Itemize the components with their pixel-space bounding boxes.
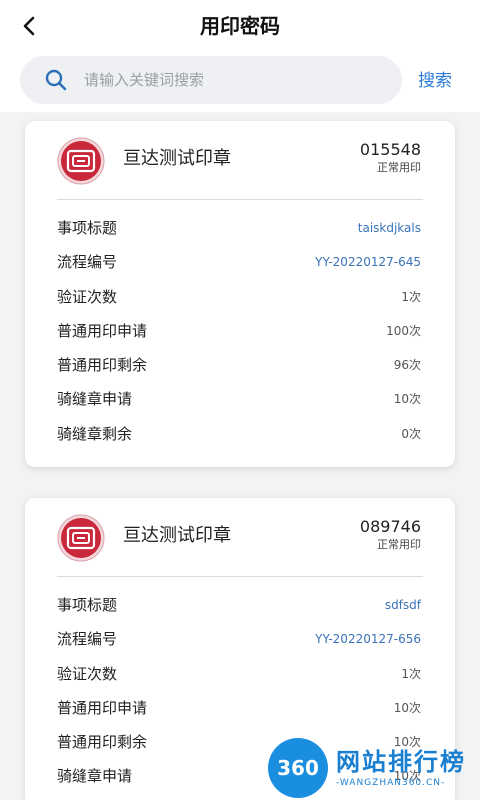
watermark-sub: -WANGZHAN360.CN-	[336, 778, 446, 788]
site-watermark: 360 网站排行榜 -WANGZHAN360.CN-	[268, 736, 480, 800]
detail-value: 10次	[393, 392, 421, 407]
divider	[57, 576, 423, 577]
detail-label: 骑缝章剩余	[57, 424, 133, 443]
detail-row: 骑缝章剩余 0次	[25, 417, 455, 451]
detail-label: 骑缝章申请	[57, 390, 133, 409]
detail-label: 普通用印剩余	[57, 356, 148, 375]
detail-row: 骑缝章申请 10次	[25, 382, 455, 416]
detail-label: 普通用印申请	[57, 321, 148, 340]
seal-code: 089746	[359, 517, 421, 536]
search-bar[interactable]	[20, 56, 402, 104]
page-title: 用印密码	[200, 14, 280, 38]
detail-row: 流程编号 YY-20220127-656	[25, 622, 455, 656]
seal-card-header: 亘达测试印章 015548 正常用印	[25, 121, 455, 200]
detail-row: 普通用印申请 100次	[25, 314, 455, 348]
detail-value: 10次	[393, 700, 421, 715]
detail-label: 流程编号	[57, 253, 118, 272]
detail-label: 普通用印剩余	[57, 733, 148, 752]
detail-label: 事项标题	[57, 219, 118, 237]
search-input[interactable]	[82, 70, 386, 90]
detail-value: 1次	[401, 289, 421, 304]
seal-details: 事项标题 taiskdjkals 流程编号 YY-20220127-645 验证…	[25, 211, 455, 451]
detail-value: YY-20220127-645	[315, 255, 421, 270]
search-icon	[45, 69, 67, 91]
detail-row: 事项标题 sdfsdf	[25, 588, 455, 622]
seal-card-header: 亘达测试印章 089746 正常用印	[25, 498, 455, 577]
detail-value: 100次	[386, 323, 421, 338]
detail-value: YY-20220127-656	[315, 632, 421, 647]
watermark-badge: 360	[268, 738, 328, 798]
detail-label: 事项标题	[57, 596, 118, 614]
detail-label: 普通用印申请	[57, 698, 148, 717]
seal-logo-icon	[57, 137, 105, 185]
detail-row: 验证次数 1次	[25, 657, 455, 691]
detail-label: 骑缝章申请	[57, 767, 133, 786]
detail-row: 验证次数 1次	[25, 280, 455, 314]
detail-value: 96次	[393, 358, 421, 373]
detail-value: taiskdjkals	[357, 221, 421, 235]
seal-type: 正常用印	[377, 161, 421, 174]
top-bar: 用印密码	[0, 0, 480, 112]
detail-value: 0次	[401, 426, 421, 441]
detail-row: 普通用印剩余 96次	[25, 348, 455, 382]
seal-type: 正常用印	[377, 538, 421, 551]
watermark-text: 网站排行榜 -WANGZHAN360.CN-	[336, 747, 466, 789]
detail-row: 普通用印申请 10次	[25, 691, 455, 725]
detail-label: 验证次数	[57, 287, 118, 306]
watermark-main: 网站排行榜	[336, 748, 466, 776]
detail-label: 验证次数	[57, 664, 118, 683]
seal-logo-icon	[57, 514, 105, 562]
detail-value: sdfsdf	[384, 598, 421, 612]
detail-row: 流程编号 YY-20220127-645	[25, 245, 455, 279]
seal-name: 亘达测试印章	[123, 525, 231, 546]
detail-label: 流程编号	[57, 630, 118, 649]
search-button[interactable]: 搜索	[418, 68, 452, 94]
divider	[57, 199, 423, 200]
seal-name: 亘达测试印章	[123, 148, 231, 169]
detail-row: 事项标题 taiskdjkals	[25, 211, 455, 245]
seal-card[interactable]: 亘达测试印章 015548 正常用印 事项标题 taiskdjkals 流程编号…	[25, 121, 455, 467]
detail-value: 1次	[401, 666, 421, 681]
seal-code: 015548	[359, 140, 421, 159]
